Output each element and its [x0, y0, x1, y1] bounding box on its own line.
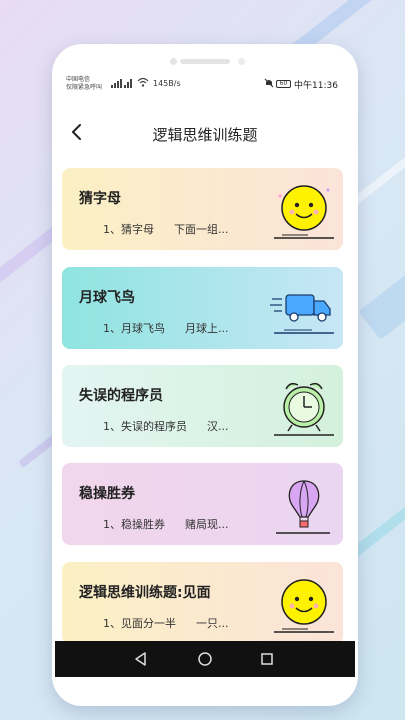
system-navigation-bar: [55, 641, 355, 677]
delivery-truck-icon: [268, 275, 338, 343]
top-nav-bar: 逻辑思维训练题: [55, 112, 355, 156]
list-item-card[interactable]: 逻辑思维训练题:见面 1、见面分一半 一只...: [62, 562, 343, 644]
wifi-icon: [137, 77, 149, 90]
card-title: 猜字母: [79, 191, 121, 207]
card-sub-preview: 一只...: [196, 617, 229, 630]
card-subtitle: 1、见面分一半 一只...: [103, 615, 249, 631]
card-title: 失误的程序员: [79, 388, 163, 404]
card-sub-number: 1、猜字母: [103, 223, 154, 236]
card-sub-preview: 下面一组...: [174, 223, 229, 236]
card-sub-preview: 赌局现...: [185, 518, 229, 531]
card-subtitle: 1、猜字母 下面一组...: [103, 221, 249, 237]
smiley-face-icon: [268, 176, 338, 244]
carrier-status: 仅限紧急呼叫: [66, 84, 103, 91]
carrier-name: 中国电信: [66, 76, 91, 83]
network-speed: 145B/s: [153, 79, 181, 88]
nav-recents-button[interactable]: [258, 650, 276, 668]
proximity-sensor: [238, 58, 245, 65]
mute-icon: [264, 78, 274, 90]
background-stripe: [358, 256, 405, 340]
card-sub-preview: 月球上...: [185, 322, 229, 335]
clock: 中午11:36: [294, 81, 338, 91]
hot-air-balloon-icon: [268, 471, 338, 539]
card-title: 月球飞鸟: [79, 290, 135, 306]
nav-back-button[interactable]: [132, 650, 150, 668]
status-bar: 中国电信 仅限紧急呼叫 145B/s 60 中午11:36: [55, 72, 355, 98]
app-screen: 中国电信 仅限紧急呼叫 145B/s 60 中午11:36 逻辑思维训练题 猜字…: [55, 72, 355, 649]
triangle-back-icon: [135, 652, 146, 666]
carrier-info: 中国电信 仅限紧急呼叫: [66, 76, 102, 92]
alarm-clock-icon: [268, 373, 338, 441]
card-sub-number: 1、失误的程序员: [103, 420, 187, 433]
battery-icon: 60: [276, 80, 291, 88]
card-sub-preview: 汉...: [207, 420, 229, 433]
list-item-card[interactable]: 猜字母 1、猜字母 下面一组...: [62, 168, 343, 250]
square-recents-icon: [261, 653, 273, 665]
nav-home-button[interactable]: [196, 650, 214, 668]
card-sub-number: 1、月球飞鸟: [103, 322, 165, 335]
card-subtitle: 1、失误的程序员 汉...: [103, 418, 249, 434]
list-item-card[interactable]: 月球飞鸟 1、月球飞鸟 月球上...: [62, 267, 343, 349]
page-title: 逻辑思维训练题: [152, 126, 258, 144]
list-item-card[interactable]: 稳操胜券 1、稳操胜券 赌局现...: [62, 463, 343, 545]
list-item-card[interactable]: 失误的程序员 1、失误的程序员 汉...: [62, 365, 343, 447]
card-sub-number: 1、稳操胜券: [103, 518, 165, 531]
card-title: 稳操胜券: [79, 486, 135, 502]
card-subtitle: 1、稳操胜券 赌局现...: [103, 516, 249, 532]
signal-icon: [111, 78, 133, 90]
earpiece-speaker: [180, 59, 230, 64]
smiley-face-icon: [268, 570, 338, 638]
card-title: 逻辑思维训练题:见面: [79, 585, 211, 601]
card-subtitle: 1、月球飞鸟 月球上...: [103, 320, 249, 336]
card-sub-number: 1、见面分一半: [103, 617, 176, 630]
circle-home-icon: [198, 652, 212, 666]
front-camera: [170, 58, 177, 65]
phone-frame: 中国电信 仅限紧急呼叫 145B/s 60 中午11:36 逻辑思维训练题 猜字…: [52, 44, 358, 706]
